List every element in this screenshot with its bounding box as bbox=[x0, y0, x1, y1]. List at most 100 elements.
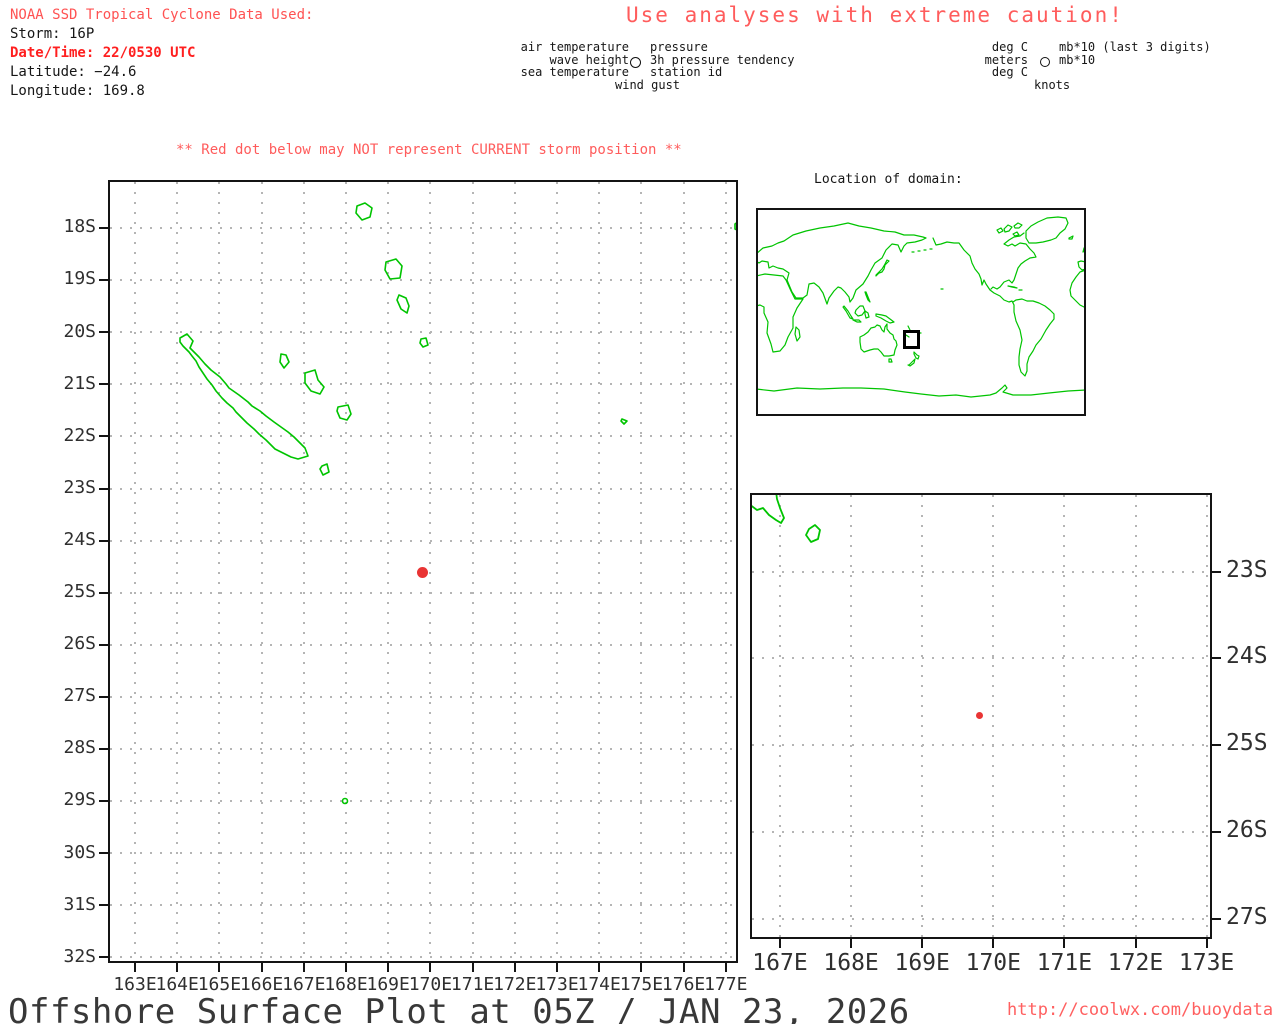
fiji-coast-sliver bbox=[734, 220, 738, 232]
lon-tick bbox=[921, 939, 924, 948]
madagascar bbox=[794, 326, 801, 342]
efate-island bbox=[355, 202, 373, 221]
lat-axis-label: 23S bbox=[1226, 556, 1268, 583]
lat-axis-label: 24S bbox=[63, 528, 96, 550]
lat-tick bbox=[99, 487, 108, 490]
aleutians bbox=[911, 248, 933, 253]
lat-axis-label: 18S bbox=[63, 216, 96, 238]
domain-location-rectangle bbox=[903, 330, 920, 349]
lat-axis-label: 21S bbox=[63, 372, 96, 394]
lon-tick bbox=[1063, 939, 1066, 948]
lat-tick bbox=[1212, 570, 1221, 573]
lat-axis-label: 23S bbox=[63, 476, 96, 498]
new-zealand-south bbox=[907, 358, 916, 367]
source-url: http://coolwx.com/buoydata bbox=[1007, 1000, 1274, 1020]
lat-axis-label: 27S bbox=[63, 685, 96, 707]
arctic-island-1 bbox=[1003, 224, 1013, 233]
isle-of-pines-zoom bbox=[805, 524, 821, 543]
lat-tick bbox=[99, 748, 108, 750]
lon-tick bbox=[682, 963, 685, 972]
arctic-island-4 bbox=[1012, 231, 1020, 237]
philippines bbox=[864, 291, 871, 303]
lat-tick bbox=[99, 695, 108, 698]
lat-tick bbox=[99, 956, 108, 959]
tanna-island bbox=[396, 294, 410, 314]
lon-tick bbox=[345, 963, 347, 972]
lon-tick bbox=[556, 963, 558, 972]
north-america-east-coast bbox=[990, 232, 1037, 290]
mare-island bbox=[336, 404, 352, 421]
iceland bbox=[1068, 235, 1074, 240]
lon-tick bbox=[260, 963, 263, 972]
americas-west-coast bbox=[932, 237, 1055, 377]
greenland bbox=[1025, 216, 1069, 244]
lat-axis-label: 32S bbox=[63, 945, 96, 967]
zoom-map-storm-dot bbox=[975, 711, 983, 719]
lon-tick bbox=[218, 963, 221, 972]
tasmania bbox=[888, 358, 893, 363]
lon-tick bbox=[429, 963, 432, 972]
sumatra bbox=[842, 305, 854, 320]
plot-title: Offshore Surface Plot at 05Z / JAN 23, 2… bbox=[8, 992, 910, 1024]
lat-tick bbox=[99, 852, 108, 855]
arctic-island-3 bbox=[996, 227, 1004, 234]
lon-axis-label: 173E bbox=[1178, 950, 1235, 976]
lon-axis-label: 177E bbox=[704, 974, 748, 995]
lon-tick bbox=[992, 939, 995, 948]
matthew-island bbox=[620, 418, 628, 425]
eurasia-coast bbox=[756, 222, 927, 305]
antarctica-coast bbox=[756, 384, 1086, 398]
new-zealand-north bbox=[913, 351, 920, 360]
main-map-storm-dot bbox=[416, 566, 428, 578]
british-isles bbox=[1082, 245, 1086, 253]
lon-axis-label: 169E bbox=[894, 950, 950, 976]
iberia bbox=[1077, 260, 1086, 271]
lat-axis-label: 30S bbox=[63, 841, 96, 863]
africa-east-coast bbox=[756, 273, 804, 353]
new-caledonia-south-tip bbox=[750, 493, 785, 524]
lat-tick bbox=[99, 435, 108, 438]
lon-tick bbox=[640, 963, 643, 972]
lon-tick bbox=[513, 963, 516, 972]
lon-tick bbox=[387, 963, 390, 972]
australia bbox=[859, 323, 898, 357]
lon-tick bbox=[471, 963, 474, 972]
lat-tick bbox=[99, 800, 108, 803]
java bbox=[852, 319, 862, 323]
lat-axis-label: 27S bbox=[1226, 903, 1268, 930]
lon-tick bbox=[302, 963, 305, 972]
lat-axis-label: 24S bbox=[1226, 643, 1268, 670]
africa-west-coast bbox=[1069, 269, 1086, 308]
lat-tick bbox=[99, 227, 108, 229]
lon-tick bbox=[134, 963, 136, 972]
japan bbox=[875, 259, 890, 277]
lat-axis-label: 26S bbox=[63, 633, 96, 655]
lat-tick bbox=[1212, 830, 1221, 833]
lon-axis-label: 171E bbox=[1036, 950, 1093, 976]
arctic-island-2 bbox=[1013, 222, 1023, 229]
world-map-coastlines bbox=[756, 216, 1086, 398]
lat-axis-label: 28S bbox=[63, 737, 96, 759]
lifou-island bbox=[304, 369, 325, 395]
lon-axis-label: 167E bbox=[752, 950, 808, 976]
lat-tick bbox=[99, 904, 108, 907]
lon-tick bbox=[1205, 939, 1208, 948]
lat-axis-label: 31S bbox=[63, 893, 96, 915]
lon-axis-label: 172E bbox=[1107, 950, 1164, 976]
lat-tick bbox=[99, 331, 108, 334]
lat-axis-label: 22S bbox=[63, 424, 96, 446]
lat-tick bbox=[99, 539, 108, 542]
lat-axis-label: 25S bbox=[63, 581, 96, 602]
lat-tick bbox=[99, 643, 108, 646]
lon-tick bbox=[724, 963, 727, 972]
lat-tick bbox=[1212, 917, 1221, 920]
lon-tick bbox=[850, 939, 853, 948]
lon-axis-label: 168E bbox=[823, 950, 879, 976]
lat-tick bbox=[99, 279, 108, 282]
aneityum-island bbox=[419, 337, 429, 348]
lat-tick bbox=[99, 591, 108, 594]
lat-axis-label: 25S bbox=[1226, 730, 1268, 757]
lat-tick bbox=[99, 383, 108, 386]
lon-tick bbox=[779, 939, 781, 948]
norfolk-island bbox=[341, 797, 349, 805]
